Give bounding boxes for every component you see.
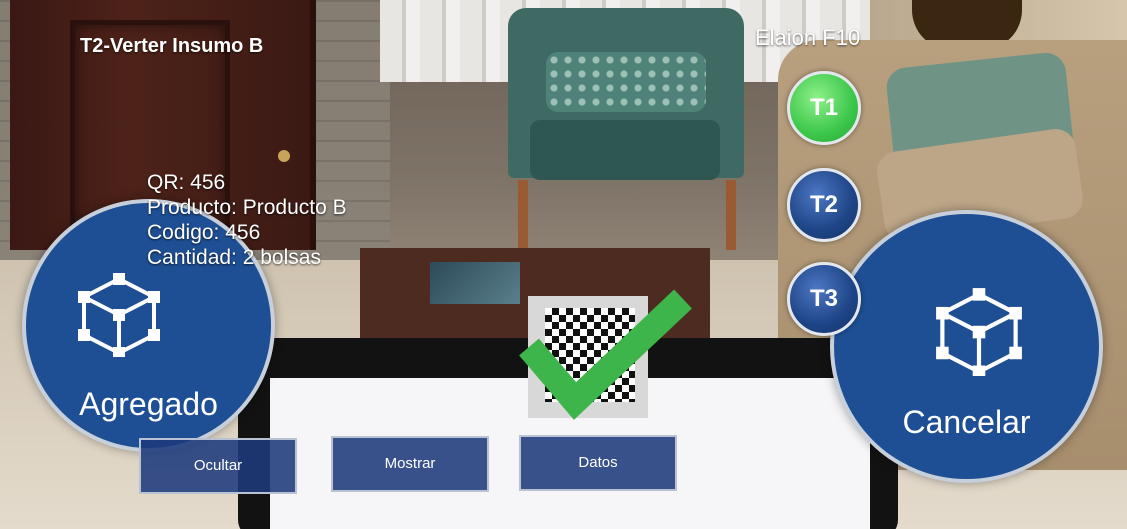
datos-button[interactable]: Datos <box>519 435 677 491</box>
table-glass <box>430 262 520 304</box>
door-knob <box>278 150 290 162</box>
cube-icon <box>936 288 1022 376</box>
device-label: Elaion F10 <box>755 25 861 50</box>
ocultar-button[interactable]: Ocultar <box>139 438 297 494</box>
chair-leg <box>726 180 736 250</box>
agregado-label: Agregado <box>79 386 218 422</box>
check-icon <box>519 289 692 420</box>
armchair-seat <box>530 120 720 180</box>
cancelar-button[interactable]: Cancelar <box>830 210 1103 483</box>
cantidad-value: Cantidad: 2 bolsas <box>147 246 321 269</box>
cancelar-label: Cancelar <box>902 404 1031 440</box>
cube-icon <box>78 273 160 357</box>
codigo-value: Codigo: 456 <box>147 221 261 244</box>
producto-value: Producto: Producto B <box>147 196 347 219</box>
task-t3-button[interactable]: T3 <box>787 262 861 336</box>
mostrar-button[interactable]: Mostrar <box>331 436 489 492</box>
chair-leg <box>518 180 528 250</box>
armchair-pillow <box>546 52 706 112</box>
product-info: QR: 456 Producto: Producto B Codigo: 456… <box>147 170 347 270</box>
task-t2-button[interactable]: T2 <box>787 168 861 242</box>
qr-value: QR: 456 <box>147 171 226 194</box>
task-title: T2-Verter Insumo B <box>80 35 264 57</box>
task-t1-button[interactable]: T1 <box>787 71 861 145</box>
